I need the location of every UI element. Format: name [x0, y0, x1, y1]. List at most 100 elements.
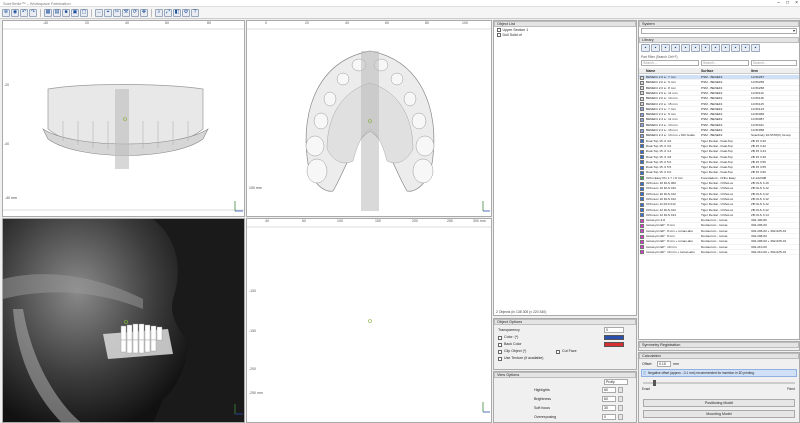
- spinner-icon[interactable]: [618, 396, 623, 402]
- library-search-surface[interactable]: Search...: [701, 60, 749, 66]
- color-swatch-icon: [640, 239, 644, 244]
- checkbox-icon[interactable]: [497, 28, 501, 32]
- library-row[interactable]: tomas-pin EP : 10 mm + tomas-abu Dentauru…: [639, 249, 799, 256]
- settings-icon[interactable]: ▪: [691, 44, 700, 52]
- open-icon[interactable]: ⊕: [2, 8, 10, 17]
- front-model-svg: [3, 28, 244, 212]
- undo-icon[interactable]: ↶: [20, 8, 28, 17]
- chevron-down-icon: ▾: [792, 28, 795, 33]
- remove-icon[interactable]: ▪: [651, 44, 660, 52]
- header-name[interactable]: Name: [646, 68, 655, 74]
- view2-icon[interactable]: ▣: [71, 8, 79, 17]
- view-option-input[interactable]: 30: [602, 405, 616, 411]
- tool-icon[interactable]: ▪: [681, 44, 690, 52]
- system-select[interactable]: ▾: [641, 28, 797, 34]
- view3-icon[interactable]: ▢: [80, 8, 88, 17]
- edit-icon[interactable]: ▪: [661, 44, 670, 52]
- view-option-input[interactable]: 0: [602, 414, 616, 420]
- checkbox-icon[interactable]: [497, 33, 501, 37]
- offset-input[interactable]: 0.15: [657, 361, 671, 367]
- positioning-model-button[interactable]: Positioning Model: [643, 399, 795, 407]
- header-surface[interactable]: Surface: [701, 68, 713, 74]
- zoom-icon[interactable]: ⌕: [155, 8, 163, 17]
- library-row-surface: Dentaurum - tomas: [701, 249, 728, 254]
- rotate-icon[interactable]: ⟳: [131, 8, 139, 17]
- back-color-label: Back Color: [504, 342, 522, 346]
- color-swatch-icon: [640, 223, 644, 228]
- view-options-header: View Options: [494, 372, 636, 378]
- checkbox-icon[interactable]: [498, 350, 502, 354]
- fit-icon[interactable]: ⤢: [164, 8, 172, 17]
- settings-icon[interactable]: ⚙: [182, 8, 190, 17]
- checkbox-icon[interactable]: [556, 350, 560, 354]
- view-option-input[interactable]: 60: [602, 396, 616, 402]
- top-model-svg: [247, 28, 491, 212]
- copy-icon[interactable]: ▪: [671, 44, 680, 52]
- checkbox-icon[interactable]: [498, 336, 502, 340]
- slider-max-label: Fixed: [787, 387, 795, 391]
- header-item[interactable]: Item: [751, 68, 758, 74]
- tick-front-5: 80: [207, 21, 211, 25]
- redo-icon[interactable]: ↷: [29, 8, 37, 17]
- grid-icon[interactable]: ▤: [53, 8, 61, 17]
- tick-front-2: 20: [85, 21, 89, 25]
- eye-icon[interactable]: ▪: [731, 44, 740, 52]
- checkbox-icon[interactable]: [498, 357, 502, 361]
- spinner-icon[interactable]: [618, 414, 623, 420]
- filter-icon[interactable]: ▪: [701, 44, 710, 52]
- title-bar: SureSmile™ – Workspace Fabrication – □ ×: [0, 0, 800, 7]
- viewport-3d[interactable]: 40 60 100 150 200 250 300 mm -100 -150 -…: [246, 218, 492, 423]
- color-swatch-icon: [640, 128, 644, 133]
- spinner-icon[interactable]: [618, 405, 623, 411]
- view-option-label: Overexposing: [534, 415, 557, 419]
- tick-top-6: 100: [462, 21, 468, 25]
- maximize-icon[interactable]: □: [786, 0, 789, 6]
- save-icon[interactable]: ◉: [11, 8, 19, 17]
- object-list-item-2[interactable]: Dull Solid of: [497, 33, 522, 37]
- layout-icon[interactable]: ▦: [44, 8, 52, 17]
- object-list-item-label: Upper Section 1: [502, 28, 529, 32]
- snapshot-icon[interactable]: ◧: [173, 8, 181, 17]
- slider-thumb[interactable]: [653, 380, 656, 386]
- pan-icon[interactable]: ✥: [140, 8, 148, 17]
- library-table-body: BENEFit 2.0 a : 7 mm PSM - BENEFit 10-5h26…: [639, 75, 799, 340]
- link-icon[interactable]: ▪: [711, 44, 720, 52]
- symmetry-header[interactable]: Symmetry Registration: [639, 342, 799, 348]
- tick-bottom-x3: 100: [337, 219, 343, 223]
- viewport-xray[interactable]: [2, 218, 245, 423]
- collapse-icon[interactable]: ▪: [751, 44, 760, 52]
- list-icon[interactable]: ▪: [741, 44, 750, 52]
- grid-icon[interactable]: ▪: [721, 44, 730, 52]
- color-swatch[interactable]: [604, 335, 624, 340]
- color-swatch-icon: [640, 234, 644, 239]
- close-icon[interactable]: ×: [795, 0, 798, 6]
- offset-slider[interactable]: [643, 380, 795, 386]
- library-search-name[interactable]: Search...: [641, 60, 699, 66]
- library-search-item[interactable]: Search...: [751, 60, 797, 66]
- view-option-label: Brightness: [534, 397, 551, 401]
- library-row-name: tomas-pin EP : 10 mm + tomas-abu: [646, 249, 695, 254]
- tick-bottom-x5: 200: [412, 219, 418, 223]
- checkbox-icon[interactable]: [498, 343, 502, 347]
- tick-front-3: 40: [125, 21, 129, 25]
- minimize-icon[interactable]: –: [777, 0, 780, 6]
- back-color-swatch[interactable]: [604, 342, 624, 347]
- view-option-input[interactable]: 60: [602, 387, 616, 393]
- spinner-icon[interactable]: [618, 387, 623, 393]
- cut-icon[interactable]: ✂: [113, 8, 121, 17]
- tool-icon[interactable]: ⚒: [122, 8, 130, 17]
- view-preset-select[interactable]: Prolly: [604, 379, 628, 385]
- view1-icon[interactable]: ■: [62, 8, 70, 17]
- select-icon[interactable]: ⌖: [104, 8, 112, 17]
- object-list-item-1[interactable]: Upper Section 1: [497, 28, 528, 32]
- transparency-input[interactable]: 0: [604, 327, 624, 333]
- viewport-front[interactable]: -40 20 40 60 80 -20 -40 -40 mm: [2, 20, 245, 217]
- view-option-label: Soft focus: [534, 406, 550, 410]
- info-text: Negative offset (approx. -0.1 mm) recomm…: [648, 371, 755, 375]
- slider-min-label: Exact: [642, 387, 650, 391]
- measure-icon[interactable]: ↔: [95, 8, 103, 17]
- mounting-model-button[interactable]: Mounting Model: [643, 410, 795, 418]
- add-icon[interactable]: ▪: [641, 44, 650, 52]
- viewport-top[interactable]: 0 20 40 60 80 100 100 mm: [246, 20, 492, 217]
- help-icon[interactable]: ?: [191, 8, 199, 17]
